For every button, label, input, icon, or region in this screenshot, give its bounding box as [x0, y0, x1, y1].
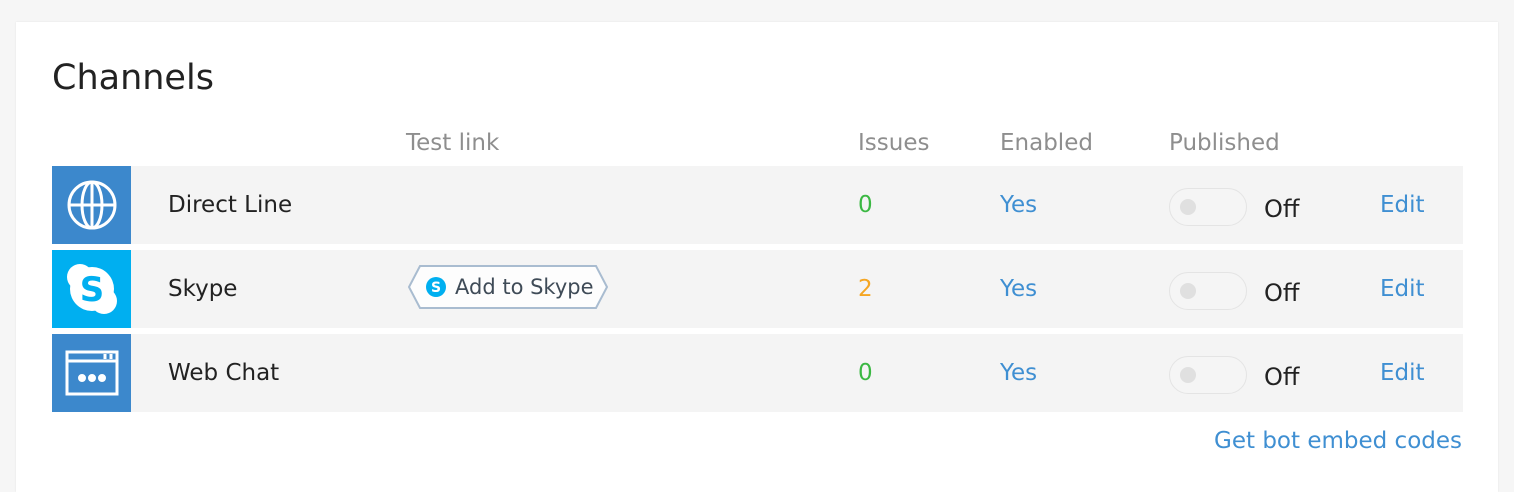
issues-count: 0	[858, 192, 873, 218]
column-header-issues: Issues	[858, 130, 930, 156]
issues-count: 2	[858, 276, 873, 302]
toggle-knob	[1180, 367, 1196, 383]
edit-link[interactable]: Edit	[1380, 166, 1425, 244]
channel-row-direct-line: Direct Line 0 Yes Off Edit	[52, 166, 1463, 244]
column-header-published: Published	[1169, 130, 1280, 156]
edit-link[interactable]: Edit	[1380, 334, 1425, 412]
channels-panel: Channels Test link Issues Enabled Publis…	[16, 22, 1498, 492]
add-to-skype-button[interactable]: S Add to Skype	[408, 265, 614, 309]
published-status: Off	[1264, 363, 1300, 391]
column-header-enabled: Enabled	[1000, 130, 1093, 156]
channel-name: Skype	[168, 276, 238, 302]
globe-icon	[52, 166, 131, 244]
page-title: Channels	[52, 58, 214, 98]
add-to-skype-label: Add to Skype	[455, 275, 594, 299]
channel-row-skype: S Skype S Add to Skype 2 Yes Off Edit	[52, 250, 1463, 328]
channel-name: Direct Line	[168, 192, 293, 218]
toggle-knob	[1180, 199, 1196, 215]
channel-row-web-chat: Web Chat 0 Yes Off Edit	[52, 334, 1463, 412]
enabled-status: Yes	[1000, 360, 1038, 386]
skype-icon: S	[52, 250, 131, 328]
webchat-icon	[52, 334, 131, 412]
issues-count: 0	[858, 360, 873, 386]
published-status: Off	[1264, 195, 1300, 223]
published-toggle[interactable]	[1169, 188, 1247, 226]
get-embed-codes-link[interactable]: Get bot embed codes	[1214, 428, 1462, 454]
enabled-status: Yes	[1000, 276, 1038, 302]
svg-text:S: S	[431, 280, 441, 296]
enabled-status: Yes	[1000, 192, 1038, 218]
toggle-knob	[1180, 283, 1196, 299]
published-toggle[interactable]	[1169, 356, 1247, 394]
channel-name: Web Chat	[168, 360, 280, 386]
edit-link[interactable]: Edit	[1380, 250, 1425, 328]
published-status: Off	[1264, 279, 1300, 307]
svg-text:S: S	[79, 270, 104, 310]
column-header-test-link: Test link	[406, 130, 500, 156]
skype-mini-icon: S	[426, 277, 446, 297]
published-toggle[interactable]	[1169, 272, 1247, 310]
